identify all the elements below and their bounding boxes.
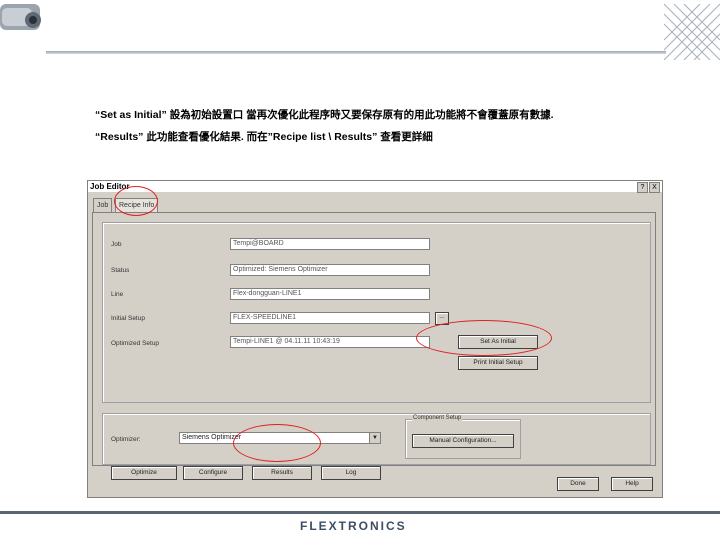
job-editor-dialog: Job Editor ? X Job Recipe Info Job Tempi… xyxy=(87,180,663,498)
browse-initial-setup-button[interactable]: ... xyxy=(435,312,449,325)
flextronics-logo: FLEXTRONICS xyxy=(300,519,407,533)
tab-job[interactable]: Job xyxy=(93,198,113,213)
status-label: Status xyxy=(111,267,130,274)
header-rule xyxy=(46,51,666,54)
configure-button[interactable]: Configure xyxy=(183,466,243,480)
close-button[interactable]: X xyxy=(649,182,660,193)
manual-configuration-button[interactable]: Manual Configuration... xyxy=(412,434,514,448)
set-as-initial-button[interactable]: Set As Initial xyxy=(458,335,538,349)
line-field[interactable]: Flex-dongguan-LINE1 xyxy=(230,288,430,300)
optimized-setup-label: Optimized Setup xyxy=(111,340,160,347)
log-button[interactable]: Log xyxy=(321,466,381,480)
tab-recipe-info[interactable]: Recipe Info xyxy=(115,198,159,213)
initial-setup-field[interactable]: FLEX-SPEEDLINE1 xyxy=(230,312,430,324)
title-bar: Job Editor ? X xyxy=(88,181,662,193)
projector-icon xyxy=(0,4,41,30)
component-setup-title: Component Setup xyxy=(412,415,463,421)
status-field[interactable]: Optimized: Siemens Optimizer xyxy=(230,264,430,276)
optimizer-select[interactable]: Siemens Optimizer ▼ xyxy=(179,432,381,444)
job-label: Job xyxy=(111,241,122,248)
annotation-set-as-initial: “Set as Initial” 設為初始設置口 當再次優化此程序時又要保存原有… xyxy=(95,109,554,121)
job-field[interactable]: Tempi@BOARD xyxy=(230,238,430,250)
optimizer-select-value: Siemens Optimizer xyxy=(182,434,242,441)
help-button[interactable]: Help xyxy=(611,477,653,491)
help-title-button[interactable]: ? xyxy=(637,182,648,193)
job-info-group: Job Tempi@BOARD Status Optimized: Siemen… xyxy=(102,222,651,403)
grid-decoration-icon xyxy=(664,3,720,60)
chevron-down-icon[interactable]: ▼ xyxy=(369,433,380,443)
line-label: Line xyxy=(111,291,124,298)
print-initial-setup-button[interactable]: Print Initial Setup xyxy=(458,356,538,370)
tab-panel: Job Tempi@BOARD Status Optimized: Siemen… xyxy=(92,212,656,480)
results-button[interactable]: Results xyxy=(252,466,312,480)
optimize-button[interactable]: Optimize xyxy=(111,466,177,480)
optimized-setup-field[interactable]: Tempi-LINE1 @ 04.11.11 10:43:19 xyxy=(230,336,430,348)
done-button[interactable]: Done xyxy=(557,477,599,491)
component-setup-group: Component Setup Manual Configuration... xyxy=(405,415,521,459)
dialog-title: Job Editor xyxy=(90,182,130,191)
initial-setup-label: Initial Setup xyxy=(111,315,145,322)
header xyxy=(0,0,720,62)
optimizer-label: Optimizer: xyxy=(111,436,141,443)
annotation-results: “Results” 此功能查看優化結果. 而在”Recipe list \ Re… xyxy=(95,131,433,143)
